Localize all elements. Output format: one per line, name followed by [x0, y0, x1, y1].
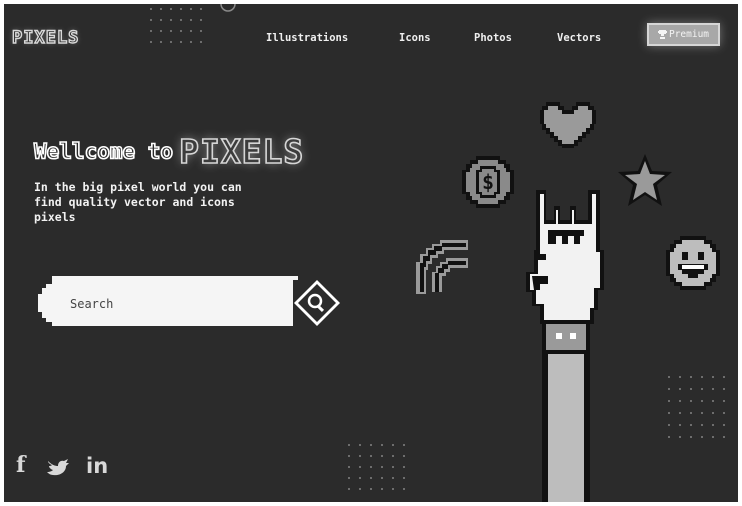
premium-button[interactable]: Premium: [647, 23, 720, 46]
nav-icons[interactable]: Icons: [399, 32, 431, 44]
nav-illustrations[interactable]: Illustrations: [266, 32, 348, 44]
nav-photos[interactable]: Photos: [474, 32, 512, 44]
hero-title-lead: Wellcome to: [33, 139, 174, 165]
right-dot-pattern: [668, 376, 725, 438]
linkedin-icon[interactable]: in: [86, 454, 108, 478]
coin-dollar-icon: $: [462, 156, 514, 208]
nav-vectors[interactable]: Vectors: [557, 32, 601, 44]
premium-label: Premium: [668, 29, 710, 40]
coin-symbol: $: [482, 170, 494, 194]
smiley-icon: [666, 236, 720, 290]
trophy-icon: [657, 30, 667, 39]
hero-title: Wellcome to PIXELS: [33, 131, 305, 172]
header-dot-pattern: [150, 8, 202, 43]
rock-hand-illustration: [526, 190, 604, 502]
hero-title-brand: PIXELS: [178, 131, 305, 172]
search-icon: [294, 280, 340, 326]
search-input[interactable]: [68, 292, 292, 316]
site-logo[interactable]: PIXELS: [11, 27, 79, 48]
twitter-icon[interactable]: [46, 458, 70, 476]
heart-icon: [540, 102, 596, 148]
hero-subtitle: In the big pixel world you can find qual…: [34, 180, 242, 224]
star-icon: [618, 154, 672, 206]
search-button[interactable]: [292, 280, 342, 326]
page-canvas: PIXELS Illustrations Icons Photos Vector…: [4, 4, 738, 502]
bottom-dot-pattern: [348, 444, 405, 490]
search-bar: [38, 276, 348, 330]
facebook-icon[interactable]: f: [16, 452, 25, 478]
rainbow-icon: [416, 240, 468, 294]
circle-outline-decoration: [220, 4, 236, 12]
